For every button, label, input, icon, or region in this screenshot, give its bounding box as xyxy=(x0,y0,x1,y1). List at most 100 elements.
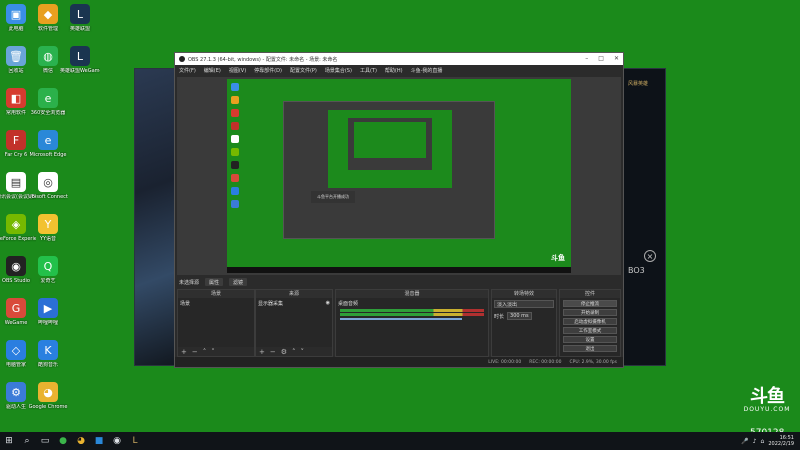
obs-menubar: 文件(F) 编辑(E) 视图(V) 停靠部件(D) 配置文件(P) 场景集合(S) 工具(T… xyxy=(175,65,623,75)
scenes-header: 场景 xyxy=(178,290,254,298)
audio-meter xyxy=(340,309,484,312)
app-icon: G xyxy=(6,298,26,318)
control-button[interactable]: 启动虚拟摄像机 xyxy=(563,318,617,325)
eye-icon[interactable]: ◉ xyxy=(326,300,330,307)
chrome-icon[interactable]: ◕ xyxy=(72,432,90,450)
control-button[interactable]: 设置 xyxy=(563,336,617,343)
app-icon: ◈ xyxy=(6,214,26,234)
preview-icon xyxy=(231,109,239,117)
stream-preview[interactable]: 斗鱼平台开播成功 斗鱼 xyxy=(227,79,571,273)
preview-douyu-logo: 斗鱼 xyxy=(551,254,565,262)
live-status: LIVE: 00:00:00 xyxy=(488,359,522,365)
network-icon[interactable]: ⌂ xyxy=(761,438,765,445)
menu-item[interactable]: 停靠部件(D) xyxy=(254,67,282,74)
source-item[interactable]: 显示器采集 xyxy=(258,300,283,307)
clock-date: 2022/2/19 xyxy=(768,441,794,447)
close-icon[interactable]: × xyxy=(644,250,656,262)
app-icon: ◎ xyxy=(38,172,58,192)
preview-icon xyxy=(231,135,239,143)
duration-input[interactable]: 300 ms xyxy=(507,312,532,320)
desktop-icon[interactable]: Y YY语音 xyxy=(28,214,68,242)
search-icon[interactable]: ⌕ xyxy=(18,432,36,450)
lol-icon[interactable]: L xyxy=(126,432,144,450)
app-icon: ◕ xyxy=(38,382,58,402)
menu-item[interactable]: 工具(T) xyxy=(360,67,377,74)
desktop-icon[interactable]: K 酷狗音乐 xyxy=(28,340,68,368)
gear-icon[interactable]: ⚙ xyxy=(281,348,287,356)
start-icon[interactable]: ⊞ xyxy=(0,432,18,450)
preview-icon xyxy=(231,161,239,169)
remove-icon[interactable]: − xyxy=(192,348,198,356)
nested-obs-preview xyxy=(283,101,495,239)
volume-icon[interactable]: ♪ xyxy=(753,438,757,445)
add-icon[interactable]: + xyxy=(181,348,187,356)
audio-meter xyxy=(340,313,484,316)
control-button[interactable]: 工作室模式 xyxy=(563,327,617,334)
desktop-icon[interactable]: e 360安全浏览器 xyxy=(28,88,68,116)
desktop-icon[interactable]: ◎ Ubisoft Connect xyxy=(28,172,68,200)
menu-item[interactable]: 帮助(H) xyxy=(385,67,403,74)
remove-icon[interactable]: − xyxy=(270,348,276,356)
desktop-icon[interactable]: L 英雄联盟 xyxy=(60,4,100,32)
app-icon: e xyxy=(38,88,58,108)
game-panel-title: 风暴英雄 xyxy=(628,81,649,87)
menu-item[interactable]: 斗鱼-我的直播 xyxy=(411,67,443,74)
obs-logo-icon xyxy=(179,56,185,62)
app-360-icon[interactable]: ● xyxy=(54,432,72,450)
desktop-icon[interactable]: Q 爱奇艺 xyxy=(28,256,68,284)
obs-title-text: OBS 27.1.3 (64-bit, windows) - 配置文件: 未命名… xyxy=(188,56,338,63)
menu-item[interactable]: 文件(F) xyxy=(179,67,196,74)
maximize-icon[interactable]: □ xyxy=(598,55,604,62)
add-icon[interactable]: + xyxy=(259,348,265,356)
clock[interactable]: 16:51 2022/2/19 xyxy=(768,435,794,447)
app-icon: L xyxy=(70,46,90,66)
controls-header: 控件 xyxy=(560,290,620,298)
minimize-icon[interactable]: – xyxy=(585,55,588,62)
volume-slider[interactable] xyxy=(340,318,463,320)
source-toolbar: 未选择源 属性 滤镜 xyxy=(177,277,621,287)
desktop-icon[interactable]: L 英雄联盟WeGame版 xyxy=(60,46,100,74)
desktop-icon[interactable]: ◕ Google Chrome xyxy=(28,382,68,410)
app-icon: 🗑 xyxy=(6,46,26,66)
preview-area[interactable]: 斗鱼平台开播成功 斗鱼 xyxy=(177,77,621,275)
desktop-icon-label: 360安全浏览器 xyxy=(30,110,66,116)
properties-button[interactable]: 属性 xyxy=(205,278,224,286)
app-icon: ▣ xyxy=(6,4,26,24)
desktop-icon[interactable]: e Microsoft Edge xyxy=(28,130,68,158)
scene-item[interactable]: 场景 xyxy=(180,300,252,307)
control-button[interactable]: 停止推流 xyxy=(563,300,617,307)
down-icon[interactable]: ˅ xyxy=(211,348,215,356)
game-splash-art xyxy=(135,69,177,365)
preview-icon xyxy=(231,187,239,195)
obs-icon[interactable]: ◉ xyxy=(108,432,126,450)
control-button[interactable]: 开始录制 xyxy=(563,309,617,316)
desktop-icon-label: 英雄联盟WeGame版 xyxy=(60,68,100,74)
menu-item[interactable]: 视图(V) xyxy=(229,67,246,74)
mic-icon[interactable]: 🎤 xyxy=(741,438,748,445)
down-icon[interactable]: ˅ xyxy=(301,348,305,356)
douyu-domain: DOUYU.COM xyxy=(743,406,791,413)
close-icon[interactable]: ✕ xyxy=(614,55,619,62)
menu-item[interactable]: 场景集合(S) xyxy=(325,67,352,74)
app-icon: ◧ xyxy=(6,88,26,108)
menu-item[interactable]: 编辑(E) xyxy=(204,67,221,74)
preview-icon xyxy=(231,174,239,182)
up-icon[interactable]: ˄ xyxy=(203,348,207,356)
control-button[interactable]: 退出 xyxy=(563,345,617,352)
app-icon: L xyxy=(70,4,90,24)
task-view-icon[interactable]: ▭ xyxy=(36,432,54,450)
filters-button[interactable]: 滤镜 xyxy=(229,278,248,286)
obs-titlebar: OBS 27.1.3 (64-bit, windows) - 配置文件: 未命名… xyxy=(175,53,623,65)
game-side-panel: 风暴英雄 BO3 xyxy=(624,68,666,366)
app-icon: F xyxy=(6,130,26,150)
douyu-logo: 斗鱼 DOUYU.COM xyxy=(742,388,792,414)
obs-window[interactable]: OBS 27.1.3 (64-bit, windows) - 配置文件: 未命名… xyxy=(174,52,624,368)
obs-status-bar: LIVE: 00:00:00 REC: 00:00:00 CPU: 2.9%, … xyxy=(175,357,623,367)
up-icon[interactable]: ˄ xyxy=(292,348,296,356)
duration-label: 时长 xyxy=(494,313,505,320)
desktop-icon-label: 酷狗音乐 xyxy=(37,362,58,368)
transition-select[interactable]: 淡入淡出 xyxy=(494,300,554,308)
desktop-icon[interactable]: ▶ 哔哩哔哩 xyxy=(28,298,68,326)
menu-item[interactable]: 配置文件(P) xyxy=(290,67,317,74)
app-icon[interactable]: ■ xyxy=(90,432,108,450)
